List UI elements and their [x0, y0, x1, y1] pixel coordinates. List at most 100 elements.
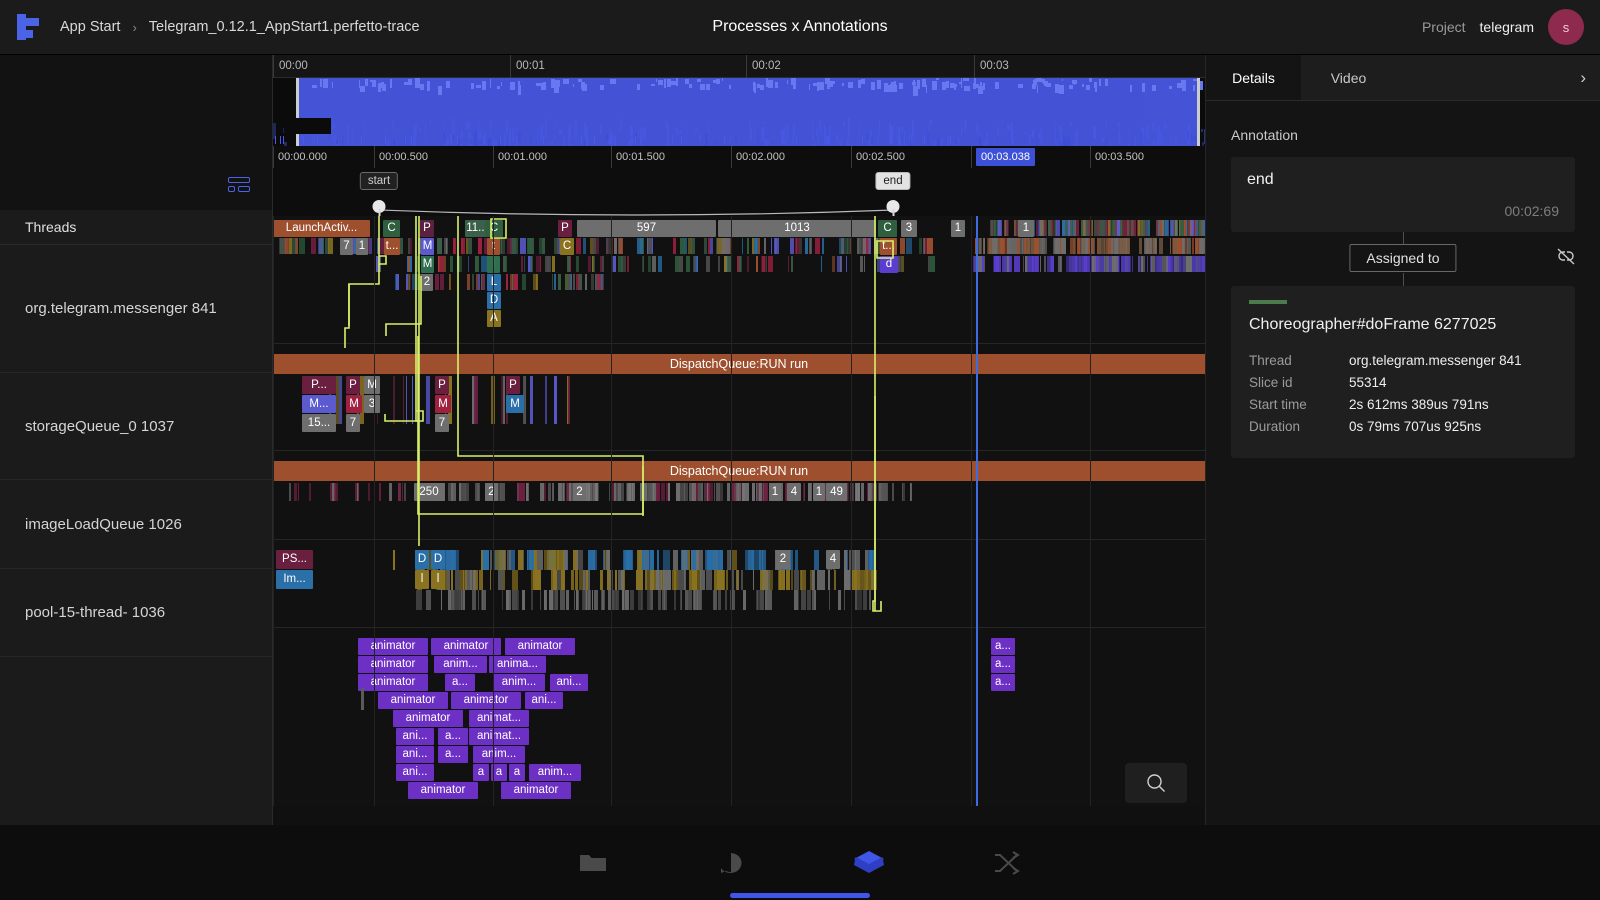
- slice-fragment[interactable]: [717, 590, 721, 610]
- track-pool-thread[interactable]: PS... D D 2 4 Im... l l: [273, 540, 1205, 628]
- slice-fragment[interactable]: [656, 570, 660, 590]
- annotation-card[interactable]: end 00:02:69: [1231, 157, 1575, 232]
- slice-fragment[interactable]: [822, 238, 824, 254]
- slice-fragment[interactable]: [535, 274, 539, 290]
- slice-fragment[interactable]: [474, 256, 480, 272]
- slice-fragment[interactable]: [724, 238, 731, 254]
- slice-fragment[interactable]: [867, 570, 876, 590]
- slice-fragment[interactable]: [475, 376, 478, 424]
- slice-fragment[interactable]: [576, 274, 580, 290]
- pool-slice-r1-0[interactable]: Im...: [276, 570, 313, 589]
- slice-fragment[interactable]: [575, 256, 579, 272]
- slice-fragment[interactable]: [635, 570, 643, 590]
- slice-fragment[interactable]: [785, 570, 790, 590]
- slice-fragment[interactable]: [1180, 220, 1185, 236]
- slice-fragment[interactable]: [548, 590, 554, 610]
- messenger-slice-r5-0[interactable]: A: [487, 310, 501, 327]
- slice-fragment[interactable]: [756, 256, 759, 272]
- slice-fragment[interactable]: [450, 274, 452, 290]
- slice-fragment[interactable]: [566, 590, 569, 610]
- slice-fragment[interactable]: [504, 256, 508, 272]
- messenger-slice-r0-11[interactable]: 1: [1018, 220, 1034, 237]
- slice-fragment[interactable]: [405, 376, 408, 424]
- messenger-slice-r0-0[interactable]: LaunchActiv...: [273, 220, 370, 237]
- slice-fragment[interactable]: [575, 590, 577, 610]
- slice-fragment[interactable]: [909, 483, 912, 501]
- slice-fragment[interactable]: [1050, 220, 1054, 236]
- breadcrumb-item-app-start[interactable]: App Start: [60, 19, 120, 35]
- slice-fragment[interactable]: [446, 570, 450, 590]
- slice-fragment[interactable]: [1096, 238, 1099, 254]
- slice-fragment[interactable]: [986, 238, 991, 254]
- storage-slice-r0-0[interactable]: P...: [302, 376, 336, 394]
- slice-fragment[interactable]: [577, 590, 579, 610]
- slice-fragment[interactable]: [1103, 220, 1107, 236]
- slice-fragment[interactable]: [482, 590, 486, 610]
- track-storage-queue[interactable]: DispatchQueue:RUN run P... P M P P M... M 3 M M 15…: [273, 344, 1205, 451]
- slice-fragment[interactable]: [1185, 220, 1188, 236]
- slice-fragment[interactable]: [833, 570, 837, 590]
- slice-fragment[interactable]: [1173, 256, 1180, 272]
- slice-fragment[interactable]: [463, 570, 468, 590]
- slice-fragment[interactable]: [554, 590, 558, 610]
- animator-slice-r2-0[interactable]: animator: [358, 674, 428, 691]
- slice-fragment[interactable]: [656, 550, 659, 570]
- slice-fragment[interactable]: [606, 550, 611, 570]
- slice-fragment[interactable]: [845, 256, 848, 272]
- slice-fragment[interactable]: [1125, 256, 1132, 272]
- slice-fragment[interactable]: [799, 570, 806, 590]
- slice-fragment[interactable]: [720, 550, 724, 570]
- imageload-slice-1[interactable]: 2: [485, 483, 498, 501]
- slice-fragment[interactable]: [846, 238, 848, 254]
- slice-fragment[interactable]: [576, 550, 583, 570]
- slice-fragment[interactable]: [597, 483, 599, 501]
- slice-fragment[interactable]: [836, 256, 841, 272]
- slice-fragment[interactable]: [1177, 238, 1182, 254]
- slice-fragment[interactable]: [1142, 256, 1146, 272]
- slice-fragment[interactable]: [377, 238, 380, 254]
- slice-fragment[interactable]: [706, 570, 713, 590]
- animator-slice-r5-0[interactable]: ani...: [396, 728, 434, 745]
- slice-fragment[interactable]: [557, 274, 561, 290]
- slice-fragment[interactable]: [658, 256, 663, 272]
- slice-fragment[interactable]: [1039, 256, 1041, 272]
- slice-fragment[interactable]: [544, 376, 547, 424]
- slice-fragment[interactable]: [513, 274, 519, 290]
- slice-fragment[interactable]: [906, 238, 912, 254]
- slice-fragment[interactable]: [554, 376, 558, 424]
- messenger-slice-r3-0[interactable]: 2: [421, 274, 433, 291]
- slice-fragment[interactable]: [678, 570, 686, 590]
- slice-fragment[interactable]: [573, 274, 576, 290]
- slice-fragment[interactable]: [379, 483, 382, 501]
- slice-fragment[interactable]: [614, 238, 616, 254]
- slice-fragment[interactable]: [741, 483, 746, 501]
- slice-fragment[interactable]: [535, 570, 541, 590]
- slice-fragment[interactable]: [544, 256, 550, 272]
- slice-fragment[interactable]: [1053, 238, 1056, 254]
- slice-fragment[interactable]: [564, 274, 569, 290]
- slice-fragment[interactable]: [649, 550, 654, 570]
- slice-fragment[interactable]: [517, 590, 519, 610]
- nav-layers-button[interactable]: [846, 841, 892, 885]
- slice-fragment[interactable]: [448, 590, 451, 610]
- slice-fragment[interactable]: [1182, 238, 1185, 254]
- slice-fragment[interactable]: [1084, 238, 1089, 254]
- slice-fragment[interactable]: [690, 590, 692, 610]
- slice-fragment[interactable]: [1033, 256, 1040, 272]
- slice-fragment[interactable]: [412, 274, 416, 290]
- slice-fragment[interactable]: [451, 590, 456, 610]
- pool-slice-r0-1[interactable]: D: [415, 550, 429, 569]
- pool-slice-r0-4[interactable]: 4: [826, 550, 840, 569]
- slice-fragment[interactable]: [648, 238, 653, 254]
- slice-fragment[interactable]: [713, 483, 715, 501]
- storage-slice-r2-2[interactable]: 7: [435, 414, 449, 432]
- slice-fragment[interactable]: [509, 590, 511, 610]
- slice-fragment[interactable]: [1132, 256, 1134, 272]
- breadcrumb-item-trace-file[interactable]: Telegram_0.12.1_AppStart1.perfetto-trace: [149, 19, 420, 35]
- slice-fragment[interactable]: [745, 483, 750, 501]
- storage-slice-r0-4[interactable]: P: [506, 376, 520, 394]
- slice-fragment[interactable]: [820, 256, 823, 272]
- slice-fragment[interactable]: [623, 550, 631, 570]
- slice-fragment[interactable]: [465, 238, 469, 254]
- storage-slice-r2-0[interactable]: 15...: [302, 414, 336, 432]
